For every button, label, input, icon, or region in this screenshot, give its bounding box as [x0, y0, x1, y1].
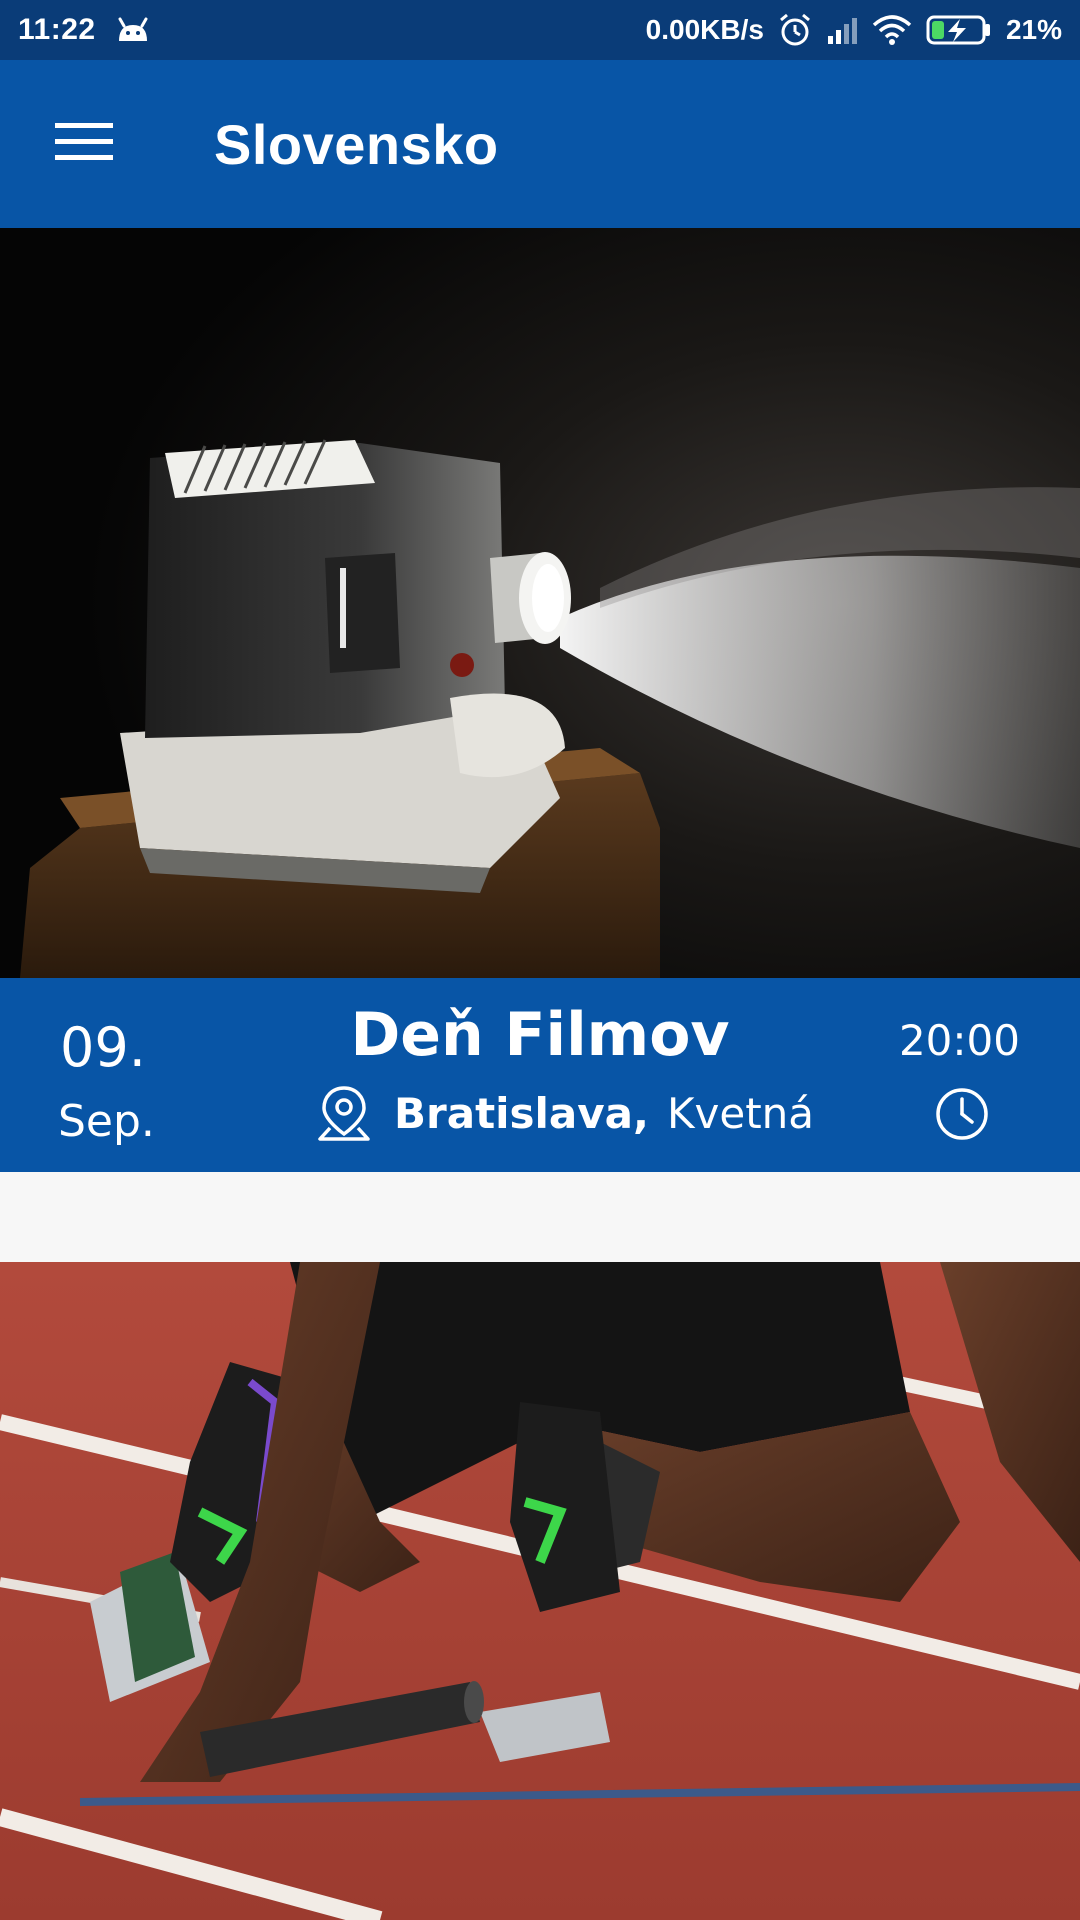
event-location: Bratislava, Kvetná	[316, 1084, 814, 1142]
sprinter-starting-blocks-photo	[0, 1262, 1080, 1920]
alarm-icon	[778, 13, 812, 47]
network-speed: 0.00KB/s	[645, 14, 764, 45]
event-city: Bratislava,	[394, 1088, 649, 1138]
menu-button[interactable]	[36, 96, 132, 192]
event-card[interactable]: 09. Sep. Deň Filmov Bratislava, Kvetná 2…	[0, 228, 1080, 1172]
android-notification-icon	[116, 17, 150, 43]
event-time: 20:00	[898, 1016, 1020, 1065]
event-info-bar: 09. Sep. Deň Filmov Bratislava, Kvetná 2…	[0, 978, 1080, 1172]
event-street: Kvetná	[666, 1088, 815, 1138]
status-time: 11:22	[18, 13, 96, 46]
battery-charging-icon	[926, 15, 992, 45]
film-projector-photo	[0, 228, 1080, 978]
card-separator	[0, 1172, 1080, 1262]
app-bar: Slovensko	[0, 60, 1080, 228]
battery-level: 21%	[1005, 14, 1062, 45]
status-bar: 11:22 0.00KB/s 21%	[0, 0, 1080, 60]
location-pin-icon	[316, 1084, 372, 1142]
signal-icon	[826, 16, 858, 44]
wifi-icon	[872, 15, 912, 45]
clock-icon	[934, 1086, 990, 1142]
hamburger-menu-icon	[55, 121, 113, 168]
app-title: Slovensko	[214, 112, 499, 176]
event-month: Sep.	[58, 1096, 155, 1147]
event-card[interactable]	[0, 1262, 1080, 1920]
